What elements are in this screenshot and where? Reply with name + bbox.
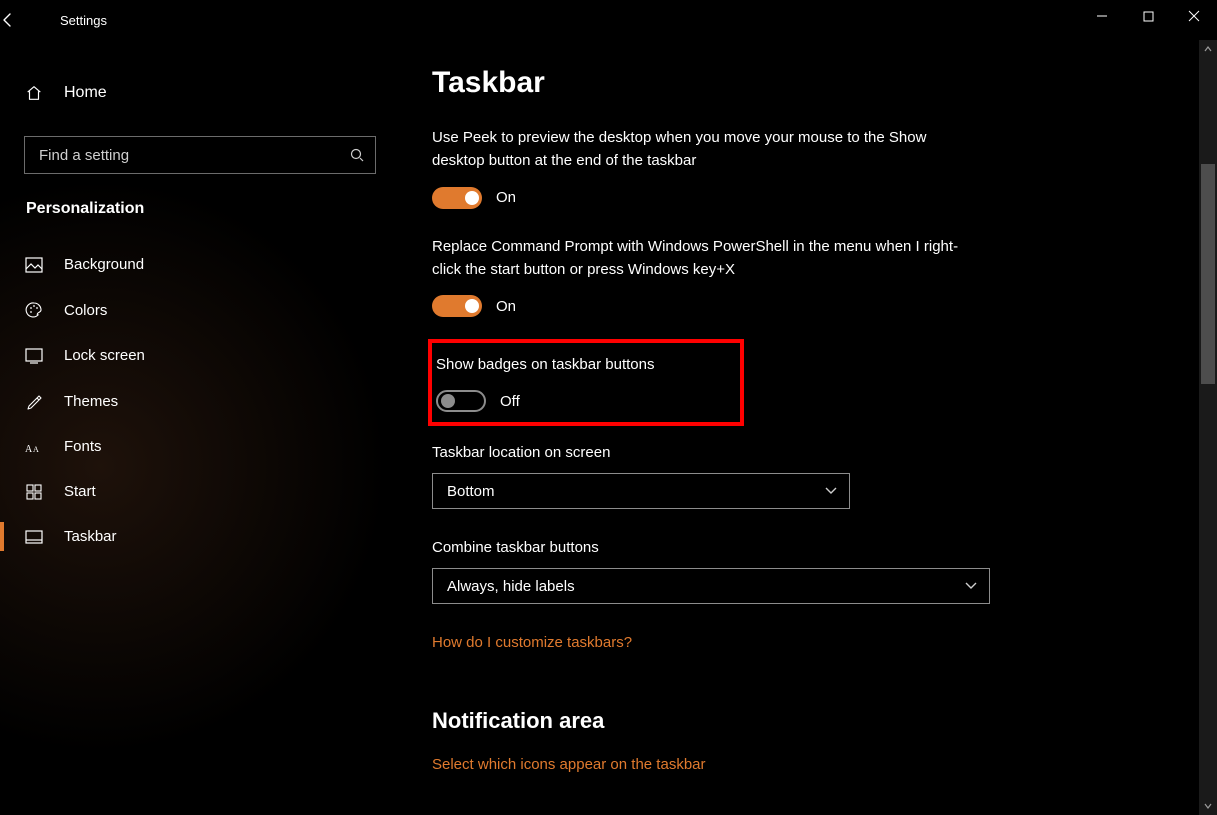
combine-label: Combine taskbar buttons [432,539,1195,556]
help-link[interactable]: How do I customize taskbars? [432,634,632,651]
search-field[interactable] [39,147,349,164]
nav-item-label: Fonts [64,438,102,455]
search-input[interactable] [24,136,376,174]
nav-lockscreen[interactable]: Lock screen [0,333,400,378]
nav-item-label: Lock screen [64,347,145,364]
chevron-down-icon [965,582,977,590]
location-label: Taskbar location on screen [432,444,1195,461]
powershell-toggle[interactable] [432,295,482,317]
nav-start[interactable]: Start [0,469,400,514]
nav-item-label: Background [64,256,144,273]
content-pane: Taskbar Use Peek to preview the desktop … [400,40,1195,815]
combine-dropdown[interactable]: Always, hide labels [432,568,990,604]
notification-area-title: Notification area [432,708,1195,734]
back-button[interactable] [0,12,40,28]
scroll-track[interactable] [1199,58,1217,797]
start-icon [24,484,44,500]
nav-item-label: Start [64,483,96,500]
taskbar-icon [24,530,44,544]
notification-icons-link[interactable]: Select which icons appear on the taskbar [432,756,706,773]
scroll-down-arrow[interactable] [1199,797,1217,815]
minimize-button[interactable] [1079,0,1125,32]
powershell-description: Replace Command Prompt with Windows Powe… [432,235,972,282]
window-title: Settings [60,13,107,28]
themes-icon [24,392,44,410]
nav-item-label: Colors [64,302,107,319]
peek-description: Use Peek to preview the desktop when you… [432,126,972,173]
nav-item-label: Themes [64,393,118,410]
search-icon [349,147,365,163]
location-value: Bottom [447,483,495,500]
nav-themes[interactable]: Themes [0,378,400,424]
nav-item-label: Taskbar [64,528,117,545]
lockscreen-icon [24,348,44,364]
scroll-thumb[interactable] [1201,164,1215,384]
nav-home[interactable]: Home [0,70,400,116]
vertical-scrollbar[interactable] [1199,40,1217,815]
category-header: Personalization [26,200,376,218]
badges-toggle-state: Off [500,393,520,410]
sidebar: Home Personalization Background Colors L… [0,40,400,815]
titlebar: Settings [0,0,1217,40]
page-title: Taskbar [432,66,1195,100]
nav-home-label: Home [64,84,107,102]
nav-fonts[interactable]: AA Fonts [0,424,400,469]
svg-text:A: A [25,444,33,455]
picture-icon [24,257,44,273]
chevron-down-icon [825,487,837,495]
home-icon [24,84,44,102]
location-dropdown[interactable]: Bottom [432,473,850,509]
peek-toggle[interactable] [432,187,482,209]
scroll-up-arrow[interactable] [1199,40,1217,58]
close-button[interactable] [1171,0,1217,32]
peek-toggle-state: On [496,189,516,206]
maximize-button[interactable] [1125,0,1171,32]
nav-colors[interactable]: Colors [0,287,400,333]
palette-icon [24,301,44,319]
highlight-box: Show badges on taskbar buttons Off [428,339,744,426]
nav-taskbar[interactable]: Taskbar [0,514,400,559]
svg-text:A: A [33,445,39,454]
combine-value: Always, hide labels [447,578,575,595]
fonts-icon: AA [24,439,44,455]
badges-description: Show badges on taskbar buttons [436,353,726,376]
powershell-toggle-state: On [496,298,516,315]
nav-background[interactable]: Background [0,242,400,287]
badges-toggle[interactable] [436,390,486,412]
